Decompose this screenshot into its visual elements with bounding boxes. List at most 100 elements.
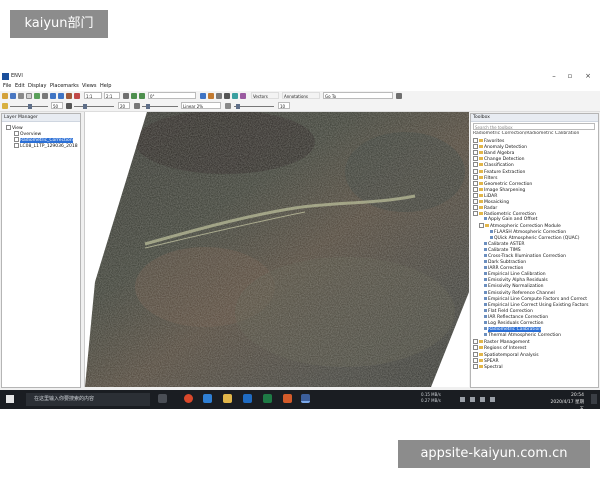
toolbox-folder[interactable]: LiDAR	[473, 192, 497, 199]
excel-icon[interactable]	[263, 394, 272, 403]
windows-start-icon[interactable]	[6, 395, 14, 403]
toolbox-folder[interactable]: Band Algebra	[473, 150, 514, 156]
rotate-icon[interactable]	[42, 93, 48, 99]
rotate-right-icon[interactable]	[139, 93, 145, 99]
roi-icon[interactable]	[232, 93, 238, 99]
toolbox-folder[interactable]: Feature Extraction	[473, 168, 525, 175]
image-view[interactable]	[84, 112, 469, 387]
go-to-field[interactable]: Go To	[323, 92, 393, 99]
toolbox-folder[interactable]: SPEAR	[473, 357, 499, 364]
expand-icon[interactable]	[473, 211, 478, 217]
word-icon[interactable]	[243, 394, 252, 403]
toolbox-folder[interactable]: Filters	[473, 174, 498, 181]
expand-icon[interactable]	[473, 205, 478, 211]
toolbox-folder[interactable]: Anomaly Detection	[473, 144, 527, 150]
toolbox-tool[interactable]: Empirical Line Compute Factors and Corre…	[479, 296, 587, 303]
envi-taskbar-icon[interactable]	[301, 394, 310, 403]
powerpoint-icon[interactable]	[283, 394, 292, 403]
toolbox-folder[interactable]: Raster Management	[473, 339, 530, 345]
menu-edit[interactable]: Edit	[15, 83, 25, 90]
toolbox-folder[interactable]: Image Sharpening	[473, 186, 525, 193]
annotation-icon[interactable]	[224, 93, 230, 99]
file-explorer-icon[interactable]	[223, 394, 232, 403]
notification-icon[interactable]	[591, 394, 597, 404]
brightness-slider[interactable]	[10, 104, 48, 109]
grid-icon[interactable]	[123, 93, 129, 99]
maximize-icon[interactable]: ▫	[564, 72, 576, 81]
menu-help[interactable]: Help	[100, 83, 111, 90]
toolbox-tool[interactable]: Calibrate TIMS	[479, 247, 521, 254]
layer-item[interactable]: LC08_L1TP_129036_2018	[14, 143, 78, 149]
crosshair-icon[interactable]	[74, 93, 80, 99]
expand-icon[interactable]	[473, 156, 478, 162]
toolbox-folder[interactable]: Classification	[473, 162, 514, 168]
expand-icon[interactable]	[473, 174, 478, 180]
expand-icon[interactable]	[473, 199, 478, 204]
go-to-icon[interactable]	[396, 93, 402, 99]
toolbox-tool[interactable]: IAR Reflectance Correction	[479, 314, 548, 321]
toolbox-folder[interactable]: Change Detection	[473, 156, 525, 162]
fly-icon[interactable]	[66, 93, 72, 99]
close-icon[interactable]: ×	[582, 72, 594, 81]
expand-icon[interactable]	[473, 138, 478, 143]
save-icon[interactable]	[10, 93, 16, 99]
toolbox-tool[interactable]: Emissivity Normalization	[479, 284, 543, 290]
volume-icon[interactable]	[480, 397, 485, 402]
stretch-combo[interactable]: Linear 2%	[181, 102, 221, 109]
toolbox-tool[interactable]: Empirical Line Correct Using Existing Fa…	[479, 302, 588, 309]
transparency-value[interactable]: 10	[278, 102, 290, 109]
toolbox-tool[interactable]: Calibrate ASTER	[479, 241, 524, 248]
expand-icon[interactable]	[473, 150, 478, 156]
expand-icon[interactable]	[473, 345, 478, 351]
contrast-value[interactable]: 20	[118, 102, 130, 109]
contrast-slider[interactable]	[74, 104, 114, 109]
expand-icon[interactable]	[473, 339, 478, 345]
open-icon[interactable]	[2, 93, 8, 99]
expand-icon[interactable]	[479, 223, 484, 229]
minimize-icon[interactable]: –	[548, 72, 560, 81]
expand-icon[interactable]	[473, 144, 478, 150]
toolbox-search-input[interactable]: Search the toolbox	[473, 123, 595, 130]
select-icon[interactable]	[26, 93, 32, 99]
expand-icon[interactable]	[473, 363, 478, 369]
vectors-dropdown[interactable]: Vectors	[251, 92, 279, 99]
toolbox-tool[interactable]: FLAASH Atmospheric Correction	[485, 229, 566, 236]
pan-icon[interactable]	[34, 93, 40, 99]
annotations-dropdown[interactable]: Annotations	[282, 92, 320, 99]
toolbox-tool[interactable]: Flat Field Correction	[479, 308, 533, 315]
toolbox-tool[interactable]: Apply Gain and Offset	[479, 217, 537, 223]
expand-icon[interactable]	[473, 357, 478, 363]
toolbox-folder[interactable]: Spatiotemporal Analysis	[473, 351, 539, 358]
toolbox-folder[interactable]: Mosaicking	[473, 199, 509, 205]
toolbox-folder[interactable]: Atmospheric Correction Module	[479, 223, 561, 229]
scale-combo[interactable]: 2:1	[104, 92, 120, 99]
expand-icon[interactable]	[473, 168, 478, 174]
ime-icon[interactable]	[490, 397, 495, 402]
expand-icon[interactable]	[473, 192, 478, 198]
zoom-out-icon[interactable]	[58, 93, 64, 99]
toolbox-folder[interactable]: Geometric Correction	[473, 180, 532, 187]
task-view-icon[interactable]	[158, 394, 167, 403]
zoom-in-icon[interactable]	[50, 93, 56, 99]
expand-icon[interactable]	[473, 180, 478, 186]
toolbox-folder[interactable]: Radar	[473, 205, 497, 211]
brightness-value[interactable]: 50	[51, 102, 63, 109]
vector-icon[interactable]	[240, 93, 246, 99]
toolbox-folder[interactable]: Regions of Interest	[473, 345, 526, 351]
menu-views[interactable]: Views	[82, 83, 96, 90]
menu-file[interactable]: File	[3, 83, 11, 90]
toolbox-tool[interactable]: Emissivity Reference Channel	[479, 290, 555, 297]
expand-icon[interactable]	[473, 162, 478, 168]
sharpen-slider[interactable]	[142, 104, 178, 109]
portal-icon[interactable]	[208, 93, 214, 99]
toolbox-tool[interactable]: QUick Atmospheric Correction (QUAC)	[485, 235, 580, 242]
taskbar-clock[interactable]: 20:54 2020/4/17 星期五	[550, 392, 584, 409]
rotate-left-icon[interactable]	[131, 93, 137, 99]
menu-placemarks[interactable]: Placemarks	[50, 83, 79, 90]
link-views-icon[interactable]	[200, 93, 206, 99]
menu-display[interactable]: Display	[28, 83, 46, 90]
data-manager-icon[interactable]	[18, 93, 24, 99]
cursor-value-icon[interactable]	[216, 93, 222, 99]
expand-icon[interactable]	[473, 186, 478, 192]
toolbox-tool[interactable]: Thermal Atmospheric Correction	[479, 333, 561, 339]
